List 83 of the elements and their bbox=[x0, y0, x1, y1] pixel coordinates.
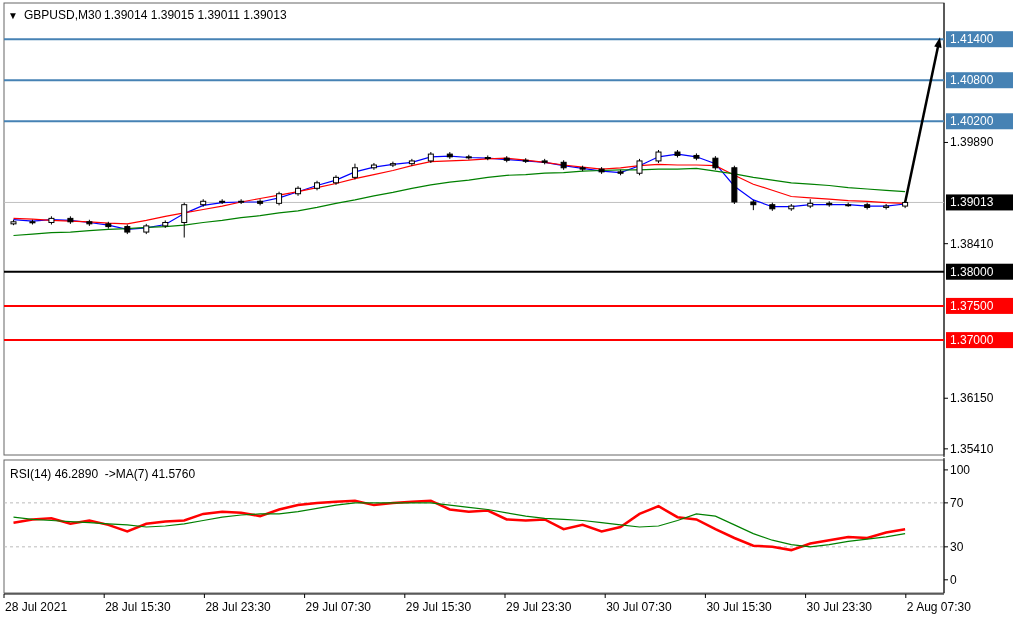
candlestick bbox=[579, 165, 586, 172]
candlestick bbox=[864, 202, 871, 210]
candlestick bbox=[200, 198, 207, 208]
price-axis-label: 1.36150 bbox=[950, 391, 994, 406]
candlestick bbox=[105, 221, 112, 230]
price-label: 1.40800 bbox=[946, 72, 1013, 89]
price-label: 1.41400 bbox=[946, 31, 1013, 48]
candlestick bbox=[351, 163, 358, 180]
candlestick bbox=[655, 149, 662, 164]
candlestick bbox=[370, 162, 377, 171]
candlestick bbox=[731, 165, 738, 205]
time-axis-label: 29 Jul 23:30 bbox=[506, 600, 572, 614]
candlestick bbox=[48, 215, 55, 226]
time-axis-label: 30 Jul 07:30 bbox=[606, 600, 672, 614]
candlestick bbox=[826, 200, 833, 208]
candlestick bbox=[902, 200, 909, 209]
candlestick bbox=[541, 158, 548, 165]
candlestick bbox=[522, 157, 529, 164]
candlestick bbox=[769, 202, 776, 212]
price-axis-label: 1.35410 bbox=[950, 441, 994, 456]
candlestick bbox=[484, 154, 491, 161]
candlestick bbox=[143, 223, 150, 235]
candlestick bbox=[86, 219, 93, 227]
candlestick bbox=[295, 185, 302, 197]
candlestick bbox=[883, 203, 890, 210]
price-axis-label: 1.39890 bbox=[950, 135, 994, 150]
candlestick bbox=[408, 158, 415, 167]
time-axis-label: 30 Jul 15:30 bbox=[706, 600, 772, 614]
ref-line-label: 1.38000 bbox=[950, 264, 994, 279]
ref-line-label: 1.40200 bbox=[950, 114, 994, 129]
price-label: 1.39013 bbox=[946, 194, 1013, 211]
rsi-axis-label: 70 bbox=[950, 495, 964, 510]
candlestick bbox=[674, 149, 681, 158]
candlestick bbox=[181, 202, 188, 238]
candlestick bbox=[257, 198, 264, 206]
rsi-axis-label: 30 bbox=[950, 539, 964, 554]
candlestick bbox=[427, 151, 434, 164]
rsi-axis-label: 100 bbox=[950, 462, 971, 477]
candlestick bbox=[693, 152, 700, 161]
candlestick bbox=[560, 159, 567, 171]
time-axis-label: 28 Jul 15:30 bbox=[105, 600, 171, 614]
menu-toggle[interactable]: ▼ bbox=[8, 10, 18, 21]
candlestick bbox=[276, 191, 283, 206]
candlestick bbox=[845, 202, 852, 208]
candlestick bbox=[788, 203, 795, 212]
price-label: 1.37500 bbox=[946, 297, 1013, 314]
price-quote: 1.39014 1.39015 1.39011 1.39013 bbox=[104, 8, 287, 22]
time-axis-label: 29 Jul 07:30 bbox=[305, 600, 371, 614]
candlestick bbox=[124, 224, 131, 235]
time-axis-label: 28 Jul 2021 bbox=[5, 600, 68, 614]
candlestick bbox=[333, 174, 339, 186]
candlestick bbox=[238, 198, 245, 205]
ref-line-label: 1.40800 bbox=[950, 73, 994, 88]
candlestick bbox=[712, 155, 719, 171]
time-axis-label: 2 Aug 07:30 bbox=[906, 600, 971, 614]
candlestick bbox=[446, 151, 453, 160]
candlestick bbox=[219, 198, 226, 205]
candlestick bbox=[29, 219, 36, 226]
candlestick bbox=[636, 158, 643, 176]
candlestick bbox=[314, 180, 320, 191]
time-axis-label: 28 Jul 23:30 bbox=[205, 600, 271, 614]
candlestick bbox=[598, 166, 605, 175]
candlestick bbox=[10, 219, 17, 226]
price-label: 1.40200 bbox=[946, 113, 1013, 130]
ref-line-label: 1.37500 bbox=[950, 298, 994, 313]
candlestick bbox=[67, 215, 74, 225]
price-axis-label: 1.38410 bbox=[950, 236, 994, 251]
candlestick bbox=[750, 199, 757, 211]
rsi-axis-label: 0 bbox=[950, 572, 957, 587]
candlestick bbox=[503, 155, 510, 163]
symbol-title: GBPUSD,M30 bbox=[24, 8, 102, 22]
time-axis-label: 29 Jul 15:30 bbox=[405, 600, 472, 614]
ref-line-label: 1.41400 bbox=[950, 32, 994, 47]
price-label: 1.38000 bbox=[946, 263, 1013, 280]
candlestick bbox=[465, 154, 472, 161]
indicator-title: RSI(14) 46.2890 ->MA(7) 41.5760 bbox=[10, 467, 196, 481]
price-label: 1.37000 bbox=[946, 332, 1013, 349]
candlestick bbox=[389, 161, 396, 168]
time-axis-label: 30 Jul 23:30 bbox=[806, 600, 872, 614]
candlestick bbox=[807, 198, 814, 209]
candlestick bbox=[162, 219, 169, 229]
ref-line-label: 1.37000 bbox=[950, 333, 994, 348]
candlestick bbox=[617, 169, 624, 176]
